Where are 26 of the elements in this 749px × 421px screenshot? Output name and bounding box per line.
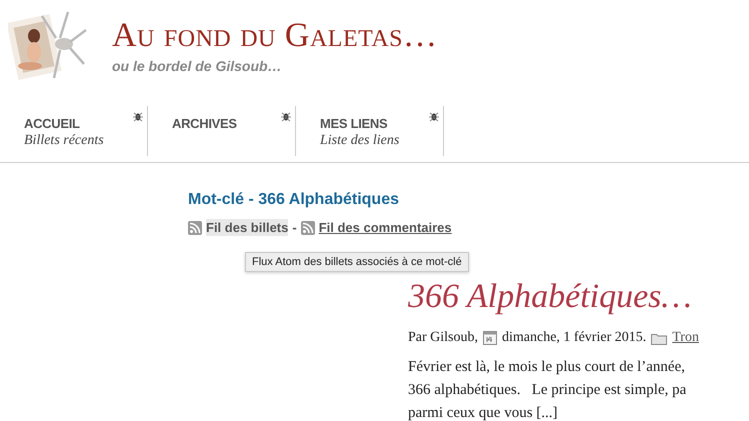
- nav-link[interactable]: ARCHIVES: [172, 116, 295, 131]
- feed-link[interactable]: Fil des commentaires: [318, 219, 452, 236]
- feed-link[interactable]: Fil des billets: [206, 219, 288, 236]
- spider-icon: [133, 110, 143, 122]
- rss-icon: [188, 220, 202, 234]
- post-text: 366 alphabétiques. Le principe est simple, pa: [408, 381, 688, 400]
- spider-icon: [429, 110, 439, 122]
- site-title[interactable]: Au fond du Galetas…: [112, 18, 438, 54]
- category-link[interactable]: Tron: [672, 330, 699, 346]
- post-text: Février est là, le mois le plus court de l’année,: [408, 358, 686, 377]
- tag-heading: Mot-clé - 366 Alphabétiques: [188, 191, 400, 209]
- site-tagline: ou le bordel de Gilsoub…: [112, 58, 283, 74]
- nav-link[interactable]: ACCUEIL: [24, 116, 147, 131]
- nav-link[interactable]: MES LIENS: [320, 116, 443, 131]
- nav-subtitle: Billets récents: [24, 133, 105, 149]
- post-text: parmi ceux que vous [...]: [408, 404, 559, 421]
- post-date: dimanche, 1 février 2015.: [502, 330, 646, 346]
- separator: -: [292, 220, 297, 235]
- tooltip: Flux Atom des billets associés à ce mot-clé: [245, 252, 469, 272]
- spider-icon: [281, 110, 291, 122]
- post-author: Par Gilsoub,: [408, 330, 478, 346]
- post-title[interactable]: 366 Alphabétiques…: [408, 278, 749, 316]
- nav-subtitle: Liste des liens: [320, 133, 400, 149]
- calendar-icon: [483, 331, 497, 345]
- folder-icon: [651, 332, 668, 344]
- rss-icon: [300, 220, 315, 234]
